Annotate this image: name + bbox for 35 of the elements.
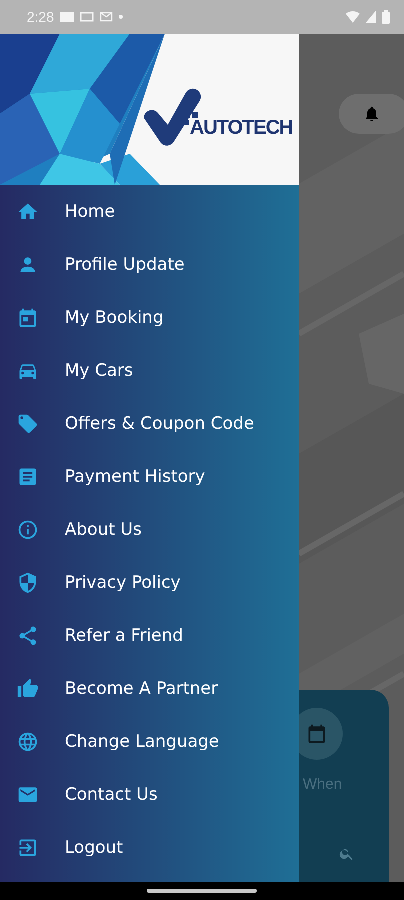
- calendar-icon: [306, 723, 328, 745]
- menu-item[interactable]: Change Language: [0, 715, 299, 768]
- notification-icon: [100, 12, 114, 22]
- menu-item[interactable]: Contact Us: [0, 768, 299, 821]
- menu-item[interactable]: Offers & Coupon Code: [0, 397, 299, 450]
- wifi-icon: [346, 11, 360, 23]
- menu-item[interactable]: Logout: [0, 821, 299, 874]
- dot-icon: [119, 15, 124, 19]
- when-label: When: [303, 776, 342, 793]
- menu-item[interactable]: Profile Update: [0, 238, 299, 291]
- info-icon: [17, 518, 39, 540]
- shield-icon: [17, 572, 39, 594]
- battery-icon: [382, 10, 390, 24]
- thumbs-up-icon: [17, 678, 39, 700]
- menu-item[interactable]: Refer a Friend: [0, 609, 299, 662]
- menu-item[interactable]: Payment History: [0, 450, 299, 503]
- menu-item[interactable]: Become A Partner: [0, 662, 299, 715]
- menu-item[interactable]: Privacy Policy: [0, 556, 299, 609]
- share-icon: [17, 624, 39, 646]
- calendar-icon: [17, 306, 39, 328]
- menu-item[interactable]: My Booking: [0, 291, 299, 344]
- tag-icon: [17, 412, 39, 434]
- signal-icon: [366, 11, 376, 23]
- notification-button[interactable]: [339, 94, 404, 134]
- menu-item[interactable]: Home: [0, 185, 299, 238]
- logo-text: AUTOTECH: [190, 117, 293, 140]
- menu-item[interactable]: About Us: [0, 503, 299, 556]
- gesture-handle[interactable]: [147, 889, 257, 893]
- when-button[interactable]: [299, 708, 343, 760]
- globe-icon: [17, 730, 39, 752]
- notification-icon: [60, 12, 74, 22]
- notification-icon: [80, 12, 94, 22]
- menu-item[interactable]: My Cars: [0, 344, 299, 397]
- bell-icon: [363, 104, 381, 124]
- status-time: 2:28: [27, 9, 54, 25]
